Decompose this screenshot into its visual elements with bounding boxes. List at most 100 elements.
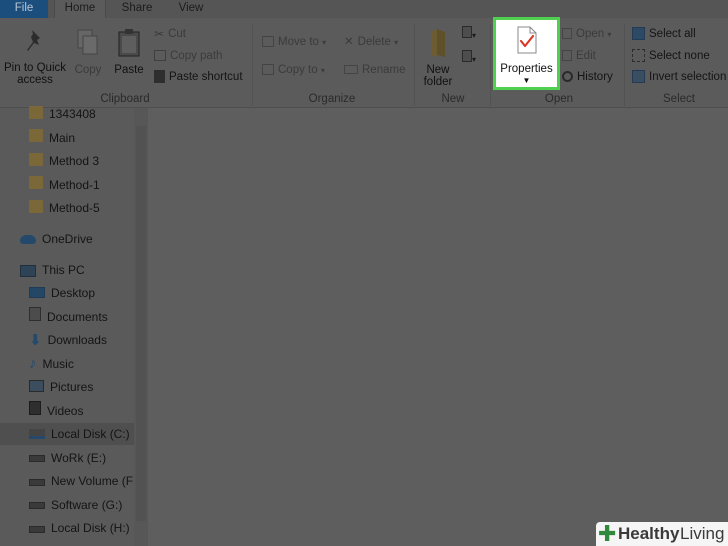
delete-x-icon: ✕: [344, 36, 354, 48]
nav-item-label: New Volume (F:): [51, 474, 141, 488]
properties-label: Properties: [500, 63, 553, 75]
open-icon: [562, 28, 572, 40]
nav-item[interactable]: WoRk (E:): [29, 447, 106, 469]
select-all-label: Select all: [649, 28, 696, 40]
nav-item[interactable]: Local Disk (C:): [0, 423, 134, 445]
new-folder-label: New folder: [423, 64, 453, 88]
copy-to-button[interactable]: Copy to ▾: [262, 61, 325, 79]
pin-to-quick-access-button[interactable]: Pin to Quick access: [2, 28, 68, 86]
ribbon: Pin to Quick access Copy Paste ✂ Cut Copy…: [0, 18, 728, 108]
select-all-icon: [632, 27, 645, 41]
chevron-down-icon: ▼: [522, 76, 531, 85]
move-to-button[interactable]: Move to ▾: [262, 33, 326, 51]
file-list-area[interactable]: [148, 108, 728, 546]
downloads-icon: ⬇: [29, 331, 42, 349]
new-folder-icon: [431, 29, 445, 57]
copy-path-button[interactable]: Copy path: [154, 47, 222, 65]
group-label-select: Select: [663, 93, 695, 105]
properties-checkmark-icon: [517, 26, 537, 54]
nav-item[interactable]: Documents: [29, 306, 108, 328]
nav-item[interactable]: Videos: [29, 400, 83, 422]
nav-item[interactable]: New Volume (F:): [29, 470, 140, 492]
folder-icon: [29, 174, 43, 196]
nav-item[interactable]: Method 3: [29, 150, 99, 172]
nav-item[interactable]: Pictures: [29, 376, 93, 398]
folder-icon: [29, 151, 43, 173]
nav-item-label: OneDrive: [42, 232, 93, 246]
group-label-organize: Organize: [308, 93, 356, 105]
delete-button[interactable]: ✕ Delete ▾: [344, 33, 398, 51]
copy-path-label: Copy path: [170, 50, 223, 62]
history-label: History: [577, 71, 613, 83]
new-item-icon[interactable]: ▾: [462, 26, 484, 42]
tab-view[interactable]: View: [166, 0, 216, 18]
nav-item-label: Local Disk (H:): [51, 521, 130, 535]
nav-scrollbar-thumb[interactable]: [136, 126, 146, 521]
tab-home[interactable]: Home: [54, 0, 106, 18]
nav-item-label: 1343408: [49, 107, 96, 121]
easy-access-icon[interactable]: ▾: [462, 50, 484, 66]
copy-icon: [77, 29, 98, 55]
tab-share[interactable]: Share: [112, 0, 162, 18]
folder-icon: [29, 127, 43, 149]
nav-item[interactable]: Method-5: [29, 197, 100, 219]
paste-shortcut-button[interactable]: Paste shortcut: [154, 68, 243, 86]
paste-label: Paste: [114, 64, 144, 76]
nav-item[interactable]: 1343408⊸: [29, 103, 155, 126]
nav-item[interactable]: ⬇ Downloads: [29, 329, 107, 351]
folder-icon: [29, 198, 43, 220]
videos-icon: [29, 400, 41, 422]
nav-item-label: Videos: [47, 403, 84, 418]
folder-icon: [29, 104, 43, 126]
history-button[interactable]: History: [562, 68, 613, 86]
nav-item[interactable]: Main: [29, 127, 75, 149]
nav-item[interactable]: Local Disk (H:): [29, 517, 130, 539]
delete-label: Delete: [357, 36, 391, 49]
nav-item-label: WoRk (E:): [51, 450, 107, 465]
open-button[interactable]: Open ▾: [562, 25, 611, 43]
select-none-button[interactable]: Select none: [632, 47, 710, 65]
drive-icon: [29, 471, 45, 493]
rename-icon: [344, 65, 358, 75]
select-all-button[interactable]: Select all: [632, 25, 696, 43]
invert-selection-label: Invert selection: [649, 71, 727, 83]
paste-shortcut-label: Paste shortcut: [169, 71, 243, 83]
invert-selection-button[interactable]: Invert selection: [632, 68, 726, 86]
copy-path-icon: [154, 50, 166, 62]
nav-item[interactable]: Software (G:): [29, 494, 122, 516]
copy-to-icon: [262, 64, 274, 76]
nav-item-this-pc[interactable]: This PC: [20, 259, 85, 281]
music-icon: ♪: [29, 355, 37, 373]
watermark-word-1: Healthy: [618, 524, 680, 543]
new-folder-button[interactable]: New folder: [418, 28, 458, 88]
copy-label: Copy: [74, 64, 102, 76]
properties-button[interactable]: Properties ▼: [493, 17, 560, 90]
group-label-open: Open: [544, 93, 574, 105]
copy-button[interactable]: Copy: [72, 28, 104, 76]
cut-button[interactable]: ✂ Cut: [154, 25, 186, 43]
documents-icon: [29, 306, 41, 328]
move-to-icon: [262, 36, 274, 48]
copy-to-label: Copy to: [278, 64, 318, 76]
nav-item-label: Method-5: [49, 201, 100, 215]
edit-button[interactable]: Edit: [562, 47, 596, 65]
group-divider: [414, 24, 415, 106]
drive-icon: [29, 494, 45, 516]
nav-item[interactable]: Method-1: [29, 174, 100, 196]
computer-icon: [20, 264, 36, 277]
rename-button[interactable]: Rename: [344, 61, 405, 79]
paste-button[interactable]: Paste: [112, 28, 146, 76]
tab-file[interactable]: File: [0, 0, 48, 18]
nav-item-onedrive[interactable]: OneDrive: [20, 228, 93, 250]
group-divider: [252, 24, 253, 106]
rename-label: Rename: [362, 64, 406, 76]
nav-item-label: This PC: [42, 263, 85, 277]
move-to-label: Move to: [278, 36, 319, 48]
nav-scrollbar[interactable]: [134, 108, 148, 546]
nav-item[interactable]: Desktop: [29, 282, 95, 304]
group-divider: [490, 24, 491, 106]
nav-item-label: Documents: [47, 309, 108, 324]
open-label: Open: [576, 28, 605, 40]
nav-item[interactable]: ♪ Music: [29, 353, 74, 375]
nav-item-label: Method 3: [49, 154, 100, 168]
